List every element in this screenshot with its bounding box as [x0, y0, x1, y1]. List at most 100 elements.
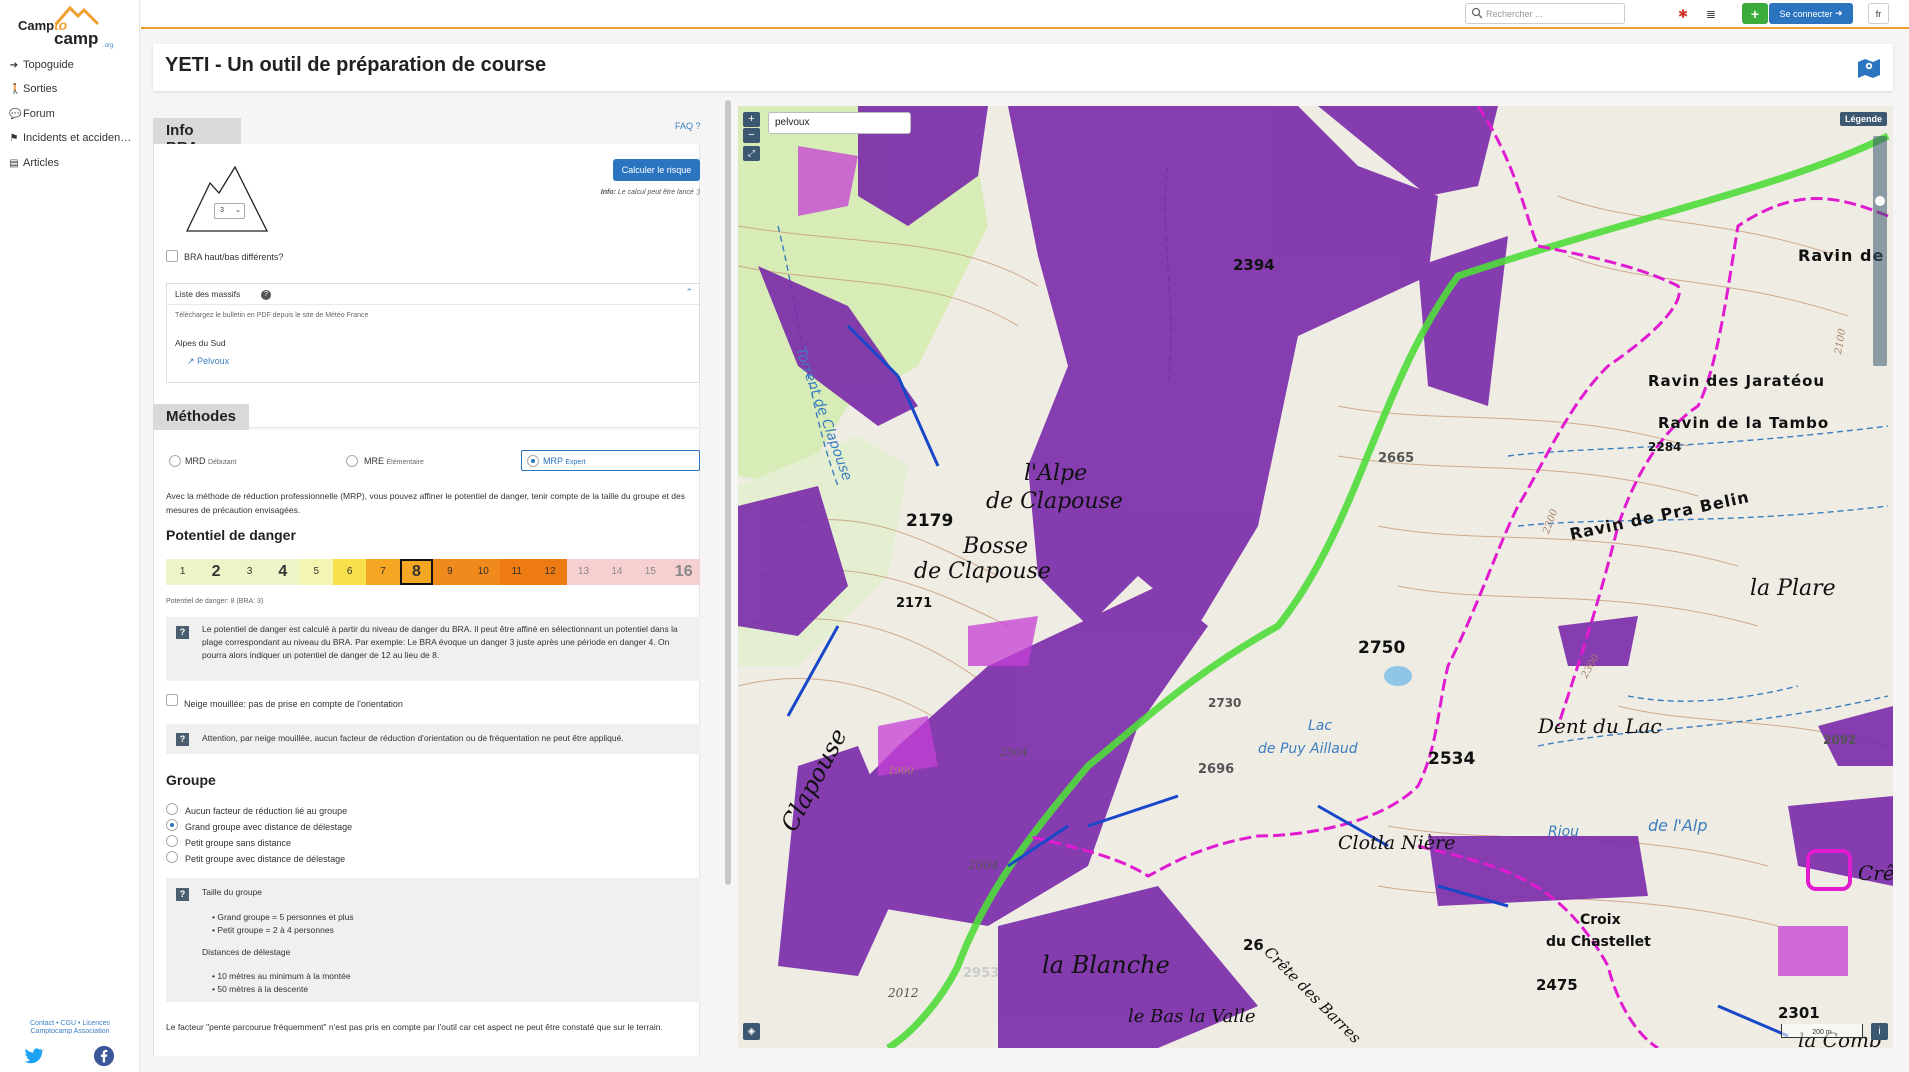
danger-caption: Potentiel de danger: 8 (BRA: 3)	[166, 598, 264, 605]
danger-cell-14[interactable]: 14	[600, 559, 634, 585]
map-label: 2665	[1378, 451, 1415, 466]
info-button[interactable]: i	[1871, 1023, 1888, 1040]
top-bar: Rechercher ... ✱ ≣ + Se connecter ➜ fr	[141, 0, 1909, 29]
danger-cell-10[interactable]: 10	[466, 559, 500, 585]
map-label: 2534	[1428, 749, 1476, 769]
map-canvas[interactable]	[738, 106, 1893, 1048]
map-label: 2504	[1000, 746, 1028, 759]
danger-cell-13[interactable]: 13	[566, 559, 601, 585]
search-icon	[1471, 7, 1483, 19]
sidebar-item-label: Forum	[23, 108, 55, 120]
wet-snow-label: Neige mouillée: pas de prise en compte d…	[184, 699, 403, 709]
group-label-small-no-distance: Petit groupe sans distance	[185, 838, 292, 848]
massif-link-pelvoux[interactable]: ↗ Pelvoux	[187, 356, 229, 367]
group-radio-large-distance[interactable]	[166, 819, 178, 831]
danger-cell-12[interactable]: 12	[533, 559, 567, 585]
sidebar-item-incidents[interactable]: ⚑ Incidents et acciden…	[9, 132, 132, 144]
bra-diff-checkbox[interactable]	[166, 250, 178, 262]
danger-cell-6[interactable]: 6	[333, 559, 367, 585]
danger-cell-5[interactable]: 5	[299, 559, 333, 585]
section-info-bra: Info BRA	[153, 118, 241, 156]
map-icon[interactable]	[1857, 57, 1881, 79]
method-label-mrp: MRP Expert	[543, 456, 586, 466]
danger-cell-1[interactable]: 1	[166, 559, 200, 585]
footer-association[interactable]: Camptocamp Association	[0, 1028, 140, 1036]
question-icon: ?	[176, 888, 189, 901]
method-radio-mrp[interactable]	[527, 455, 539, 467]
map-label: 26	[1243, 936, 1264, 954]
map-search-input[interactable]: pelvoux	[768, 112, 911, 134]
danger-cell-4[interactable]: 4	[266, 559, 300, 585]
group-distance-item-1-text: 10 mètres au minimum à la montée	[217, 971, 351, 981]
login-label: Se connecter	[1779, 8, 1833, 19]
danger-cell-11[interactable]: 11	[500, 559, 534, 585]
help-icon[interactable]: ?	[261, 290, 271, 300]
faq-link[interactable]: FAQ ?	[675, 121, 701, 131]
chevron-up-icon[interactable]: ⌃	[685, 287, 693, 298]
search-placeholder: Rechercher ...	[1486, 8, 1543, 19]
question-icon: ?	[176, 733, 189, 746]
zoom-out-button[interactable]: −	[743, 128, 760, 143]
legend-button[interactable]: Légende	[1839, 112, 1887, 126]
group-label-none: Aucun facteur de réduction lié au groupe	[185, 806, 348, 816]
language-button[interactable]: fr	[1868, 3, 1889, 24]
danger-cell-7[interactable]: 7	[366, 559, 400, 585]
map-label: de l'Alp	[1648, 816, 1708, 835]
add-button[interactable]: +	[1742, 3, 1768, 24]
method-radio-mrd[interactable]	[169, 455, 181, 467]
zoom-in-button[interactable]: +	[743, 112, 760, 127]
search-input[interactable]: Rechercher ...	[1465, 3, 1625, 24]
group-size-item-1-text: Grand groupe = 5 personnes et plus	[217, 912, 354, 922]
danger-cell-8-selected[interactable]: 8	[399, 559, 434, 585]
footer-links[interactable]: Contact • CGU • Licences Camptocamp Asso…	[0, 1020, 140, 1036]
method-description: Avec la méthode de réduction professionn…	[166, 491, 685, 515]
newspaper-icon: ▤	[9, 157, 19, 169]
scale-bar: 200 m	[1781, 1024, 1863, 1038]
external-link-icon: ↗	[187, 356, 195, 366]
database-icon[interactable]: ≣	[1702, 3, 1720, 24]
group-radio-none[interactable]	[166, 803, 178, 815]
camptocamp-logo[interactable]: Camp to camp .org	[18, 2, 123, 50]
fullscreen-icon[interactable]: ⤢	[743, 146, 760, 161]
method-mre-sub: Élémentaire	[386, 459, 424, 466]
layers-icon[interactable]: ◈	[743, 1023, 760, 1040]
group-radio-small-distance[interactable]	[166, 851, 178, 863]
sidebar-item-forum[interactable]: 💬 Forum	[9, 108, 55, 120]
sidebar-item-articles[interactable]: ▤ Articles	[9, 157, 59, 169]
facebook-icon[interactable]	[93, 1045, 115, 1067]
mountain-icon	[185, 165, 269, 232]
opacity-slider[interactable]	[1873, 136, 1887, 366]
sign-in-icon: ➜	[1835, 8, 1843, 18]
map-view[interactable]: 2394 Ravin de Ravin des Jaratéou Ravin d…	[738, 106, 1893, 1048]
danger-cell-16[interactable]: 16	[667, 559, 701, 585]
sidebar-item-sorties[interactable]: 🚶 Sorties	[9, 83, 57, 95]
danger-scale: 1 2 3 4 5 6 7 8 9 10 11 12 13 14 15 16	[166, 559, 701, 585]
map-label: du Chastellet	[1546, 934, 1651, 950]
sidebar-item-topoguide[interactable]: ➔ Topoguide	[9, 59, 74, 71]
map-label: 2284	[1648, 440, 1682, 454]
calculate-risk-button[interactable]: Calculer le risque	[613, 159, 700, 181]
method-radio-mre[interactable]	[346, 455, 358, 467]
map-label: 2394	[1233, 256, 1275, 274]
danger-cell-9[interactable]: 9	[433, 559, 467, 585]
opacity-slider-handle[interactable]	[1875, 196, 1885, 206]
footer-links-line1[interactable]: Contact • CGU • Licences	[0, 1020, 140, 1028]
wet-snow-checkbox[interactable]	[166, 694, 178, 706]
bra-level-select[interactable]: 3 ⌄	[214, 203, 245, 219]
twitter-icon[interactable]	[22, 1045, 44, 1067]
panel-scrollbar[interactable]	[725, 100, 731, 885]
massif-group-label: Alpes du Sud	[175, 338, 226, 348]
question-icon: ?	[176, 626, 189, 639]
danger-help-text: Le potentiel de danger est calculé à par…	[202, 624, 678, 660]
danger-cell-15[interactable]: 15	[633, 559, 667, 585]
method-mrp-name: MRP	[543, 456, 563, 466]
massifs-panel: Liste des massifs ? ⌃ Téléchargez le bul…	[166, 283, 700, 383]
massifs-title[interactable]: Liste des massifs	[175, 289, 240, 299]
danger-cell-2[interactable]: 2	[199, 559, 233, 585]
sidebar-item-label: Incidents et acciden…	[23, 132, 132, 144]
danger-cell-3[interactable]: 3	[232, 559, 267, 585]
group-radio-small-no-distance[interactable]	[166, 835, 178, 847]
bug-icon[interactable]: ✱	[1674, 3, 1692, 24]
calc-info-text: Le calcul peut être lancé :)	[617, 189, 700, 196]
login-button[interactable]: Se connecter ➜	[1769, 3, 1853, 24]
